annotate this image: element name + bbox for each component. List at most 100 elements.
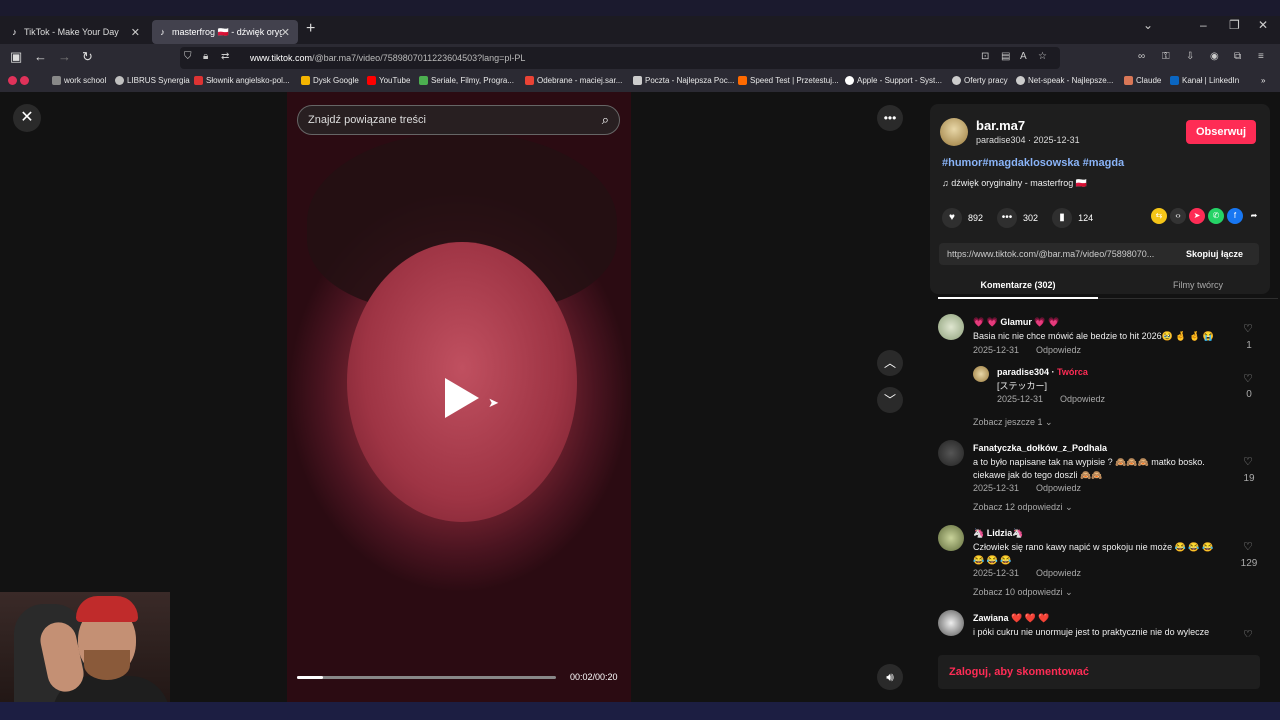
heart-icon[interactable]: ♡ xyxy=(1243,322,1253,335)
close-tab-icon[interactable]: ✕ xyxy=(131,26,140,39)
login-to-comment[interactable]: Zaloguj, aby skomentować xyxy=(938,655,1260,689)
tab-comments[interactable]: Komentarze (302) xyxy=(938,280,1098,290)
reply-link[interactable]: Odpowiedz xyxy=(1036,483,1081,493)
bookmark-item[interactable]: Odebrane - maciej.sar... xyxy=(525,76,622,85)
bookmark-item[interactable] xyxy=(8,76,29,85)
share-icon[interactable]: ➦ xyxy=(1246,208,1262,224)
bookmark-item[interactable]: Dysk Google xyxy=(301,76,359,85)
shield-icon[interactable]: ⛉ xyxy=(184,51,192,62)
forward-icon[interactable]: → xyxy=(58,50,71,64)
chevron-down-icon[interactable]: ﹀ xyxy=(877,387,903,413)
plus-icon[interactable]: + xyxy=(306,20,315,38)
download-icon[interactable]: ⇩ xyxy=(1186,51,1194,62)
bookmark-item[interactable]: Oferty pracy xyxy=(952,76,1008,85)
reload-icon[interactable]: ↻ xyxy=(82,50,93,64)
repost-icon[interactable]: ⇆ xyxy=(1151,208,1167,224)
view-more-replies[interactable]: Zobacz 10 odpowiedzi ⌄ xyxy=(973,587,1073,598)
comment-date: 2025-12-31 xyxy=(997,394,1044,404)
menu-icon[interactable]: ≡ xyxy=(1258,51,1264,62)
comment-author[interactable]: 💗 💗 Glamur 💗 💗 xyxy=(973,317,1059,328)
author-username[interactable]: bar.ma7 xyxy=(976,118,1025,133)
bookmark-item[interactable]: work school xyxy=(52,76,106,85)
lock-icon[interactable]: 🔒︎ xyxy=(203,51,208,62)
volume-icon[interactable]: 🔊︎ xyxy=(877,664,903,690)
comment-author[interactable]: Zawiana ❤️ ❤️ ❤️ xyxy=(973,613,1050,624)
close-icon[interactable]: ✕ xyxy=(13,104,41,132)
permissions-icon[interactable]: ⇄ xyxy=(221,51,229,62)
send-icon[interactable]: ➤ xyxy=(1189,208,1205,224)
star-icon[interactable]: ☆ xyxy=(1038,51,1047,62)
comment-stat[interactable]: ••• 302 xyxy=(997,208,1038,228)
bookmark-item[interactable]: YouTube xyxy=(367,76,410,85)
sidebar-icon[interactable]: ▣ xyxy=(10,50,22,64)
heart-icon[interactable]: ♡ xyxy=(1243,372,1253,385)
bookmark-item[interactable]: Seriale, Filmy, Progra... xyxy=(419,76,514,85)
tab-creator-videos[interactable]: Filmy twórcy xyxy=(1118,280,1278,290)
bookmark-item[interactable]: Speed Test | Przetestuj... xyxy=(738,76,839,85)
bookmark-item[interactable]: Kanał | LinkedIn xyxy=(1170,76,1239,85)
address-bar[interactable]: www.tiktok.com/@bar.ma7/video/7589807011… xyxy=(180,47,1060,69)
close-tab-icon[interactable]: ✕ xyxy=(281,26,290,39)
view-more-replies[interactable]: Zobacz jeszcze 1 ⌄ xyxy=(973,417,1053,428)
bookmark-icon[interactable]: ▮ xyxy=(1052,208,1073,228)
extensions-icon[interactable]: ∞ xyxy=(1138,51,1145,62)
key-icon[interactable]: ⚿ xyxy=(1162,51,1170,62)
reply-link[interactable]: Odpowiedz xyxy=(1060,394,1105,404)
more-options-icon[interactable]: ••• xyxy=(877,105,903,131)
play-icon[interactable] xyxy=(445,378,479,418)
reply-link[interactable]: Odpowiedz xyxy=(1036,345,1081,355)
bookmark-item[interactable]: Apple - Support - Syst... xyxy=(845,76,942,85)
avatar[interactable] xyxy=(940,118,968,146)
minimize-icon[interactable]: – xyxy=(1200,18,1207,32)
heart-icon[interactable]: ♡ xyxy=(1243,628,1253,637)
avatar[interactable] xyxy=(973,366,989,382)
close-window-icon[interactable]: ✕ xyxy=(1258,18,1268,32)
comment-author[interactable]: 🦄 Lidzia🦄 xyxy=(973,528,1023,539)
view-more-replies[interactable]: Zobacz 12 odpowiedzi ⌄ xyxy=(973,502,1073,513)
like-stat[interactable]: ♥ 892 xyxy=(942,208,983,228)
bookmark-item[interactable]: Słownik angielsko-pol... xyxy=(194,76,290,85)
avatar[interactable] xyxy=(938,314,964,340)
comment-icon[interactable]: ••• xyxy=(997,208,1018,228)
reply-link[interactable]: Odpowiedz xyxy=(1036,568,1081,578)
screenshot-icon[interactable]: ⊡ xyxy=(981,51,989,62)
reader-icon[interactable]: ▤ xyxy=(1001,51,1010,62)
copy-link-button[interactable]: Skopiuj łącze xyxy=(1186,249,1243,259)
browser-tab-video[interactable]: ♪ masterfrog 🇵🇱 - dźwięk orygi ✕ xyxy=(152,20,298,44)
facebook-icon[interactable]: f xyxy=(1227,208,1243,224)
bookmark-item[interactable]: Poczta - Najlepsza Poc... xyxy=(633,76,734,85)
profile-icon[interactable]: ◉ xyxy=(1210,51,1219,62)
post-music[interactable]: ♫ dźwięk oryginalny - masterfrog 🇵🇱 xyxy=(942,178,1087,189)
bookmarks-bar: work school LIBRUS Synergia Słownik angi… xyxy=(0,72,1280,92)
chevron-down-icon[interactable]: ⌄ xyxy=(1143,18,1153,32)
heart-icon[interactable]: ♥ xyxy=(942,208,962,228)
video-progress-bar[interactable] xyxy=(297,676,556,679)
related-search-input[interactable]: Znajdź powiązane treści ⌕ xyxy=(297,105,620,135)
heart-icon[interactable]: ♡ xyxy=(1243,455,1253,468)
avatar[interactable] xyxy=(938,525,964,551)
embed-icon[interactable]: ‹› xyxy=(1170,208,1186,224)
restore-icon[interactable]: ❐ xyxy=(1229,18,1240,32)
chevron-up-icon[interactable]: ︿ xyxy=(877,350,903,376)
bookmark-item[interactable]: Claude xyxy=(1124,76,1161,85)
save-stat[interactable]: ▮ 124 xyxy=(1052,208,1093,228)
post-hashtags[interactable]: #humor#magdaklosowska #magda xyxy=(942,157,1124,169)
comment-author[interactable]: Fanatyczka_dołków_z_Podhala xyxy=(973,443,1107,453)
browser-tab-tiktok[interactable]: ♪ TikTok - Make Your Day ✕ xyxy=(4,20,148,44)
like-count: 129 xyxy=(1240,558,1258,569)
avatar[interactable] xyxy=(938,610,964,636)
whatsapp-icon[interactable]: ✆ xyxy=(1208,208,1224,224)
search-icon[interactable]: ⌕ xyxy=(602,112,609,128)
bookmark-item[interactable]: Net-speak - Najlepsze... xyxy=(1016,76,1113,85)
heart-icon[interactable]: ♡ xyxy=(1243,540,1253,553)
avatar[interactable] xyxy=(938,440,964,466)
comment-author: paradise304 · Twórca xyxy=(997,367,1088,377)
back-icon[interactable]: ← xyxy=(34,50,47,64)
puzzle-icon[interactable]: ⧉ xyxy=(1234,51,1241,62)
comment-text: ciekawe jak do tego doszli 🙈🙈 xyxy=(973,470,1103,480)
follow-button[interactable]: Obserwuj xyxy=(1186,120,1256,144)
translate-icon[interactable]: A xyxy=(1020,51,1027,62)
bookmark-item[interactable]: LIBRUS Synergia xyxy=(115,76,190,85)
chevron-right-icon[interactable]: » xyxy=(1261,76,1265,85)
video-player[interactable]: ➤ 00:02/00:20 xyxy=(287,92,631,702)
